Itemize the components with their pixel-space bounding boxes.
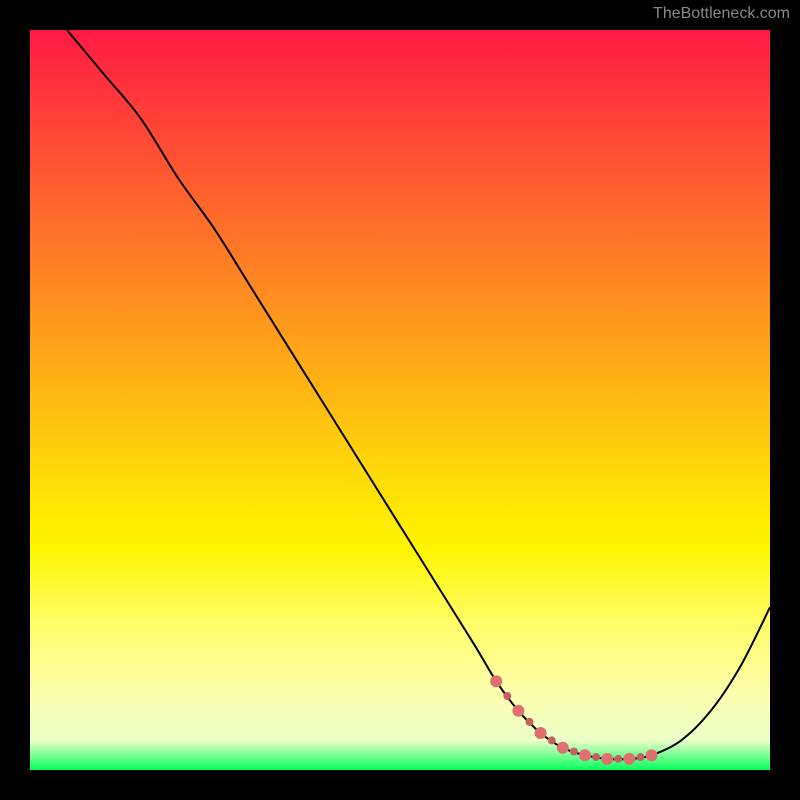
chart-plot-area <box>30 30 770 770</box>
watermark: TheBottleneck.com <box>653 5 790 23</box>
gradient-background <box>30 30 770 770</box>
